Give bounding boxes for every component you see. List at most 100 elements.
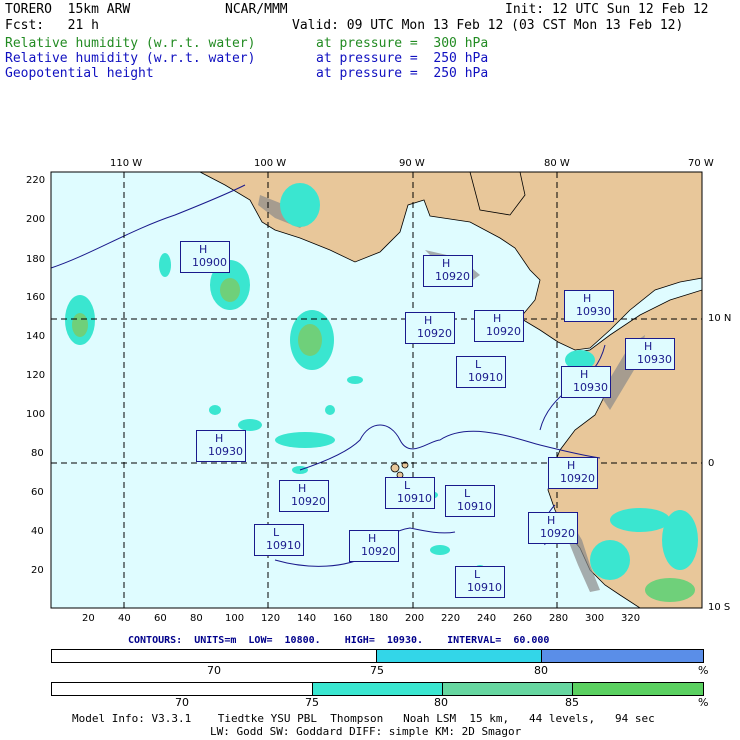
x-tick-label: 20 xyxy=(82,613,95,624)
low-pressure-label: L 10910 xyxy=(385,477,435,509)
mountain-shading xyxy=(258,195,310,228)
y-tick-label: 200 xyxy=(26,214,46,225)
pressure-value: 10930 xyxy=(573,381,608,394)
pressure-value: 10920 xyxy=(361,545,396,558)
high-pressure-label: H 10930 xyxy=(561,366,611,398)
institution-label: NCAR/MMM xyxy=(225,2,288,17)
high-pressure-label: H 10920 xyxy=(279,480,329,512)
pressure-type: L xyxy=(273,526,280,539)
high-pressure-label: H 10920 xyxy=(405,312,455,344)
y-tick-label: 220 xyxy=(26,175,46,186)
colorbar-300-label: 70 xyxy=(175,696,189,709)
colorbar-300-label: 80 xyxy=(434,696,448,709)
high-pressure-label: H 10930 xyxy=(625,338,675,370)
init-time: Init: 12 UTC Sun 12 Feb 12 xyxy=(505,2,709,17)
x-tick-label: 160 xyxy=(333,613,353,624)
pressure-type: H xyxy=(580,368,589,381)
pressure-type: H xyxy=(567,459,576,472)
colorbar-250-label: 75 xyxy=(370,664,384,677)
x-tick-label: 120 xyxy=(261,613,281,624)
colorbar-250-label: 80 xyxy=(534,664,548,677)
pressure-value: 10920 xyxy=(486,325,521,338)
colorbar-300-unit: % xyxy=(698,696,709,709)
low-pressure-label: L 10910 xyxy=(445,485,495,517)
x-tick-label: 80 xyxy=(190,613,203,624)
high-pressure-label: H 10920 xyxy=(349,530,399,562)
colorbar-250-segment xyxy=(52,650,377,662)
pressure-type: L xyxy=(474,568,481,581)
pressure-type: H xyxy=(368,532,377,545)
x-tick-label: 320 xyxy=(621,613,641,624)
pressure-type: H xyxy=(298,482,307,495)
low-pressure-label: L 10910 xyxy=(254,524,304,556)
pressure-value: 10920 xyxy=(291,495,326,508)
x-tick-label: 280 xyxy=(549,613,569,624)
x-tick-label: 240 xyxy=(477,613,497,624)
x-tick-label: 200 xyxy=(405,613,425,624)
pressure-value: 10920 xyxy=(540,527,575,540)
contours-info: CONTOURS: UNITS=m LOW= 10800. HIGH= 1093… xyxy=(128,635,550,646)
y-tick-label: 20 xyxy=(31,565,44,576)
colorbar-250-segment xyxy=(542,650,703,662)
forecast-map xyxy=(50,171,703,609)
field-2-name: Relative humidity (w.r.t. water) xyxy=(5,51,256,66)
pressure-type: H xyxy=(215,432,224,445)
y-tick-label: 60 xyxy=(31,487,44,498)
pressure-value: 10920 xyxy=(560,472,595,485)
lon-label: 70 W xyxy=(688,158,714,169)
pressure-value: 10930 xyxy=(208,445,243,458)
lat-label: 10 N xyxy=(708,313,732,324)
pressure-value: 10920 xyxy=(435,270,470,283)
colorbar-250-unit: % xyxy=(698,664,709,677)
low-pressure-label: L 10910 xyxy=(455,566,505,598)
pressure-value: 10930 xyxy=(576,305,611,318)
colorbar-300-label: 75 xyxy=(305,696,319,709)
forecast-hour: Fcst: 21 h xyxy=(5,18,99,33)
physics-info: LW: Godd SW: Goddard DIFF: simple KM: 2D… xyxy=(210,725,522,738)
field-3-name: Geopotential height xyxy=(5,66,154,81)
high-pressure-label: H 10900 xyxy=(180,241,230,273)
pressure-value: 10910 xyxy=(457,500,492,513)
x-tick-label: 100 xyxy=(225,613,245,624)
high-pressure-label: H 10920 xyxy=(474,310,524,342)
high-pressure-label: H 10930 xyxy=(564,290,614,322)
y-tick-label: 80 xyxy=(31,448,44,459)
pressure-type: L xyxy=(404,479,411,492)
field-1-level: at pressure = 300 hPa xyxy=(316,36,489,51)
model-info: Model Info: V3.3.1 Tiedtke YSU PBL Thomp… xyxy=(72,712,655,725)
high-pressure-label: H 10930 xyxy=(196,430,246,462)
colorbar-300-segment xyxy=(52,683,313,695)
pressure-type: H xyxy=(493,312,502,325)
field-3-level: at pressure = 250 hPa xyxy=(316,66,489,81)
field-2-level: at pressure = 250 hPa xyxy=(316,51,489,66)
lat-label: 0 xyxy=(708,458,715,469)
pressure-value: 10920 xyxy=(417,327,452,340)
pressure-type: H xyxy=(583,292,592,305)
x-tick-label: 40 xyxy=(118,613,131,624)
pressure-type: H xyxy=(424,314,433,327)
colorbar-300-segment xyxy=(443,683,573,695)
y-tick-label: 40 xyxy=(31,526,44,537)
pressure-type: H xyxy=(644,340,653,353)
high-pressure-label: H 10920 xyxy=(528,512,578,544)
pressure-value: 10900 xyxy=(192,256,227,269)
pressure-type: L xyxy=(464,487,471,500)
x-tick-label: 180 xyxy=(369,613,389,624)
low-pressure-label: L 10910 xyxy=(456,356,506,388)
lat-label: 10 S xyxy=(708,602,731,613)
colorbar-250 xyxy=(51,649,704,663)
high-pressure-label: H 10920 xyxy=(548,457,598,489)
y-tick-label: 180 xyxy=(26,254,46,265)
yucatan-land xyxy=(469,171,526,216)
colorbar-300-segment xyxy=(313,683,443,695)
high-pressure-label: H 10920 xyxy=(423,255,473,287)
x-tick-label: 260 xyxy=(513,613,533,624)
field-1-name: Relative humidity (w.r.t. water) xyxy=(5,36,256,51)
pressure-value: 10910 xyxy=(266,539,301,552)
lon-label: 110 W xyxy=(110,158,143,169)
valid-time: Valid: 09 UTC Mon 13 Feb 12 (03 CST Mon … xyxy=(292,18,684,33)
pressure-type: H xyxy=(547,514,556,527)
y-tick-label: 120 xyxy=(26,370,46,381)
galapagos-islands xyxy=(390,461,409,479)
pressure-type: H xyxy=(199,243,208,256)
